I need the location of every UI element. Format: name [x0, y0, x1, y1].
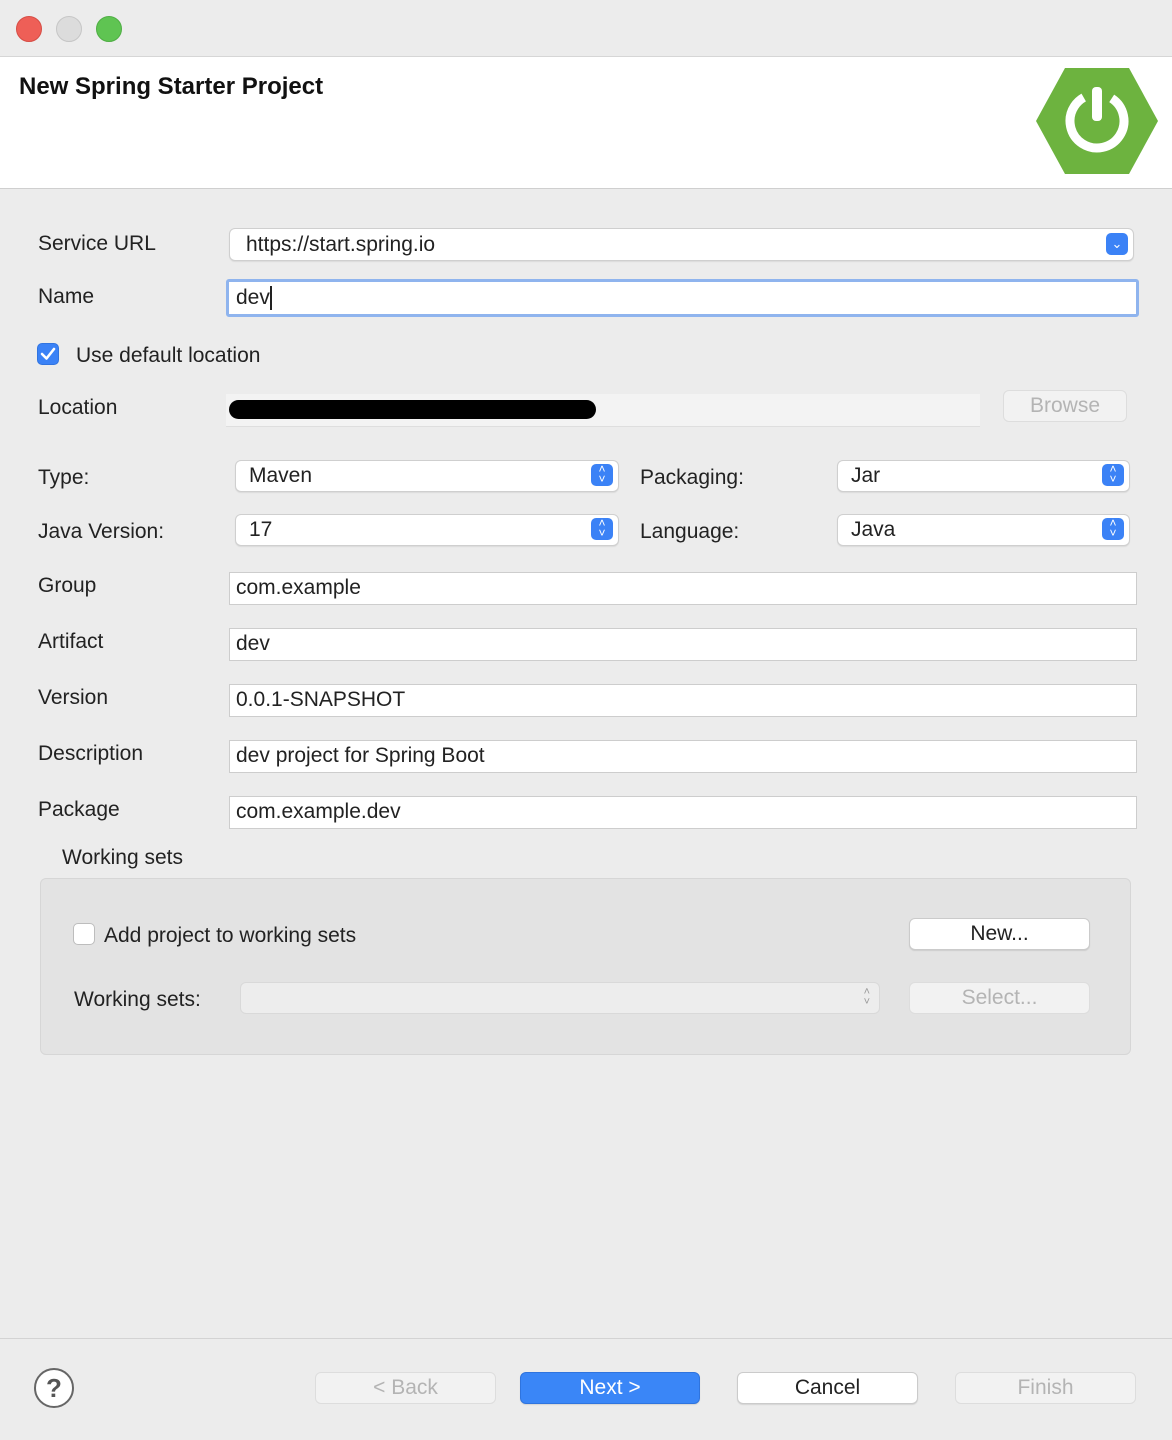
title-bar — [0, 0, 1172, 57]
language-label: Language: — [640, 520, 740, 543]
java-version-select[interactable]: 17 ˄ ˅ — [235, 514, 619, 546]
service-url-combo[interactable]: https://start.spring.io ⌄ — [229, 228, 1134, 261]
location-label: Location — [38, 396, 118, 419]
group-label: Group — [38, 574, 97, 597]
name-value: dev — [236, 286, 270, 309]
checkmark-icon — [40, 347, 56, 360]
java-version-label: Java Version: — [38, 520, 165, 543]
package-input[interactable]: com.example.dev — [229, 796, 1137, 829]
zoom-window-button[interactable] — [96, 16, 122, 42]
type-label: Type: — [38, 466, 90, 489]
service-url-value: https://start.spring.io — [246, 233, 436, 256]
working-sets-title: Working sets — [62, 846, 183, 869]
location-input — [226, 394, 980, 427]
updown-chevron-icon: ˄ ˅ — [1102, 463, 1124, 486]
back-button[interactable]: < Back — [315, 1372, 496, 1404]
working-sets-label: Working sets: — [74, 988, 201, 1011]
version-input[interactable]: 0.0.1-SNAPSHOT — [229, 684, 1137, 717]
artifact-label: Artifact — [38, 630, 104, 653]
updown-chevron-icon: ˄ ˅ — [591, 463, 613, 486]
browse-button[interactable]: Browse — [1003, 390, 1127, 422]
updown-chevron-icon: ˄ ˅ — [1102, 517, 1124, 540]
working-sets-select[interactable]: ˄ ˅ — [240, 982, 880, 1014]
help-icon[interactable]: ? — [34, 1368, 74, 1408]
packaging-value: Jar — [851, 464, 881, 487]
description-input[interactable]: dev project for Spring Boot — [229, 740, 1137, 773]
wizard-banner: New Spring Starter Project — [0, 57, 1172, 189]
cancel-button[interactable]: Cancel — [737, 1372, 918, 1404]
minimize-window-button[interactable] — [56, 16, 82, 42]
use-default-location-label: Use default location — [76, 344, 261, 367]
updown-chevron-icon: ˄ ˅ — [863, 986, 870, 1008]
chevron-down-icon: ⌄ — [1106, 233, 1128, 255]
group-input[interactable]: com.example — [229, 572, 1137, 605]
add-to-working-sets-label: Add project to working sets — [104, 924, 357, 947]
name-label: Name — [38, 285, 95, 308]
use-default-location-checkbox[interactable] — [37, 343, 59, 365]
new-working-set-button[interactable]: New... — [909, 918, 1090, 950]
version-label: Version — [38, 686, 109, 709]
footer-separator — [0, 1338, 1172, 1339]
name-input[interactable]: dev — [226, 279, 1139, 317]
wizard-title: New Spring Starter Project — [19, 73, 324, 100]
description-label: Description — [38, 742, 144, 765]
redaction-bar — [229, 400, 596, 419]
packaging-select[interactable]: Jar ˄ ˅ — [837, 460, 1130, 492]
type-value: Maven — [249, 464, 313, 487]
next-button[interactable]: Next > — [520, 1372, 700, 1404]
language-value: Java — [851, 518, 896, 541]
type-select[interactable]: Maven ˄ ˅ — [235, 460, 619, 492]
finish-button[interactable]: Finish — [955, 1372, 1136, 1404]
packaging-label: Packaging: — [640, 466, 744, 489]
java-version-value: 17 — [249, 518, 273, 541]
working-sets-group — [40, 878, 1131, 1055]
spring-power-icon — [1036, 68, 1158, 174]
close-window-button[interactable] — [16, 16, 42, 42]
select-working-sets-button[interactable]: Select... — [909, 982, 1090, 1014]
language-select[interactable]: Java ˄ ˅ — [837, 514, 1130, 546]
updown-chevron-icon: ˄ ˅ — [591, 517, 613, 540]
service-url-label: Service URL — [38, 232, 156, 255]
add-to-working-sets-checkbox[interactable] — [73, 923, 95, 945]
package-label: Package — [38, 798, 120, 821]
text-cursor — [269, 286, 272, 311]
artifact-input[interactable]: dev — [229, 628, 1137, 661]
